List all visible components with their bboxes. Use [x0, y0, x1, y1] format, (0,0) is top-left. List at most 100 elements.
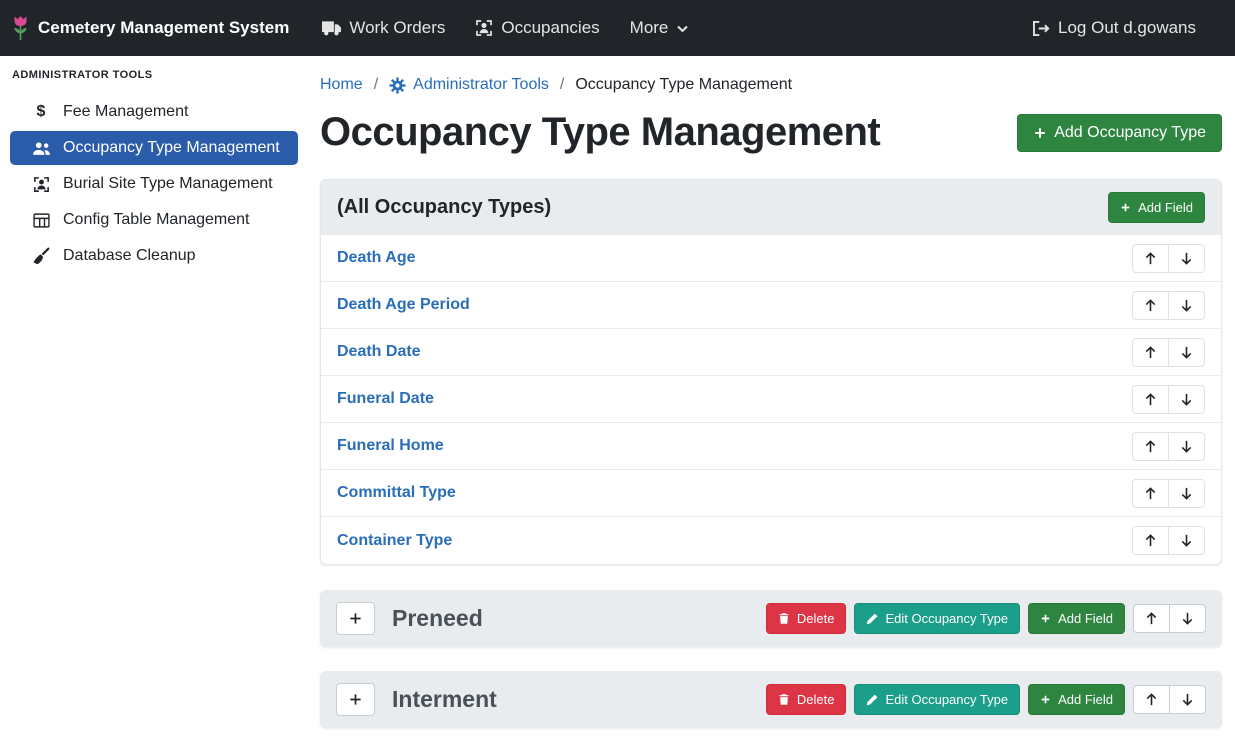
- field-link-death-age-period[interactable]: Death Age Period: [337, 296, 470, 314]
- field-row: Container Type: [321, 517, 1221, 564]
- section-actions: Delete Edit Occupancy Type Add Field: [766, 603, 1206, 634]
- reorder-buttons: [1132, 432, 1205, 461]
- sidebar-item-label: Config Table Management: [63, 211, 250, 229]
- users-icon: [30, 141, 52, 156]
- plus-icon: [1033, 126, 1047, 140]
- person-bounding-box-icon: [30, 176, 52, 193]
- page-head: Occupancy Type Management Add Occupancy …: [320, 110, 1222, 155]
- field-link-container-type[interactable]: Container Type: [337, 532, 452, 550]
- reorder-buttons: [1132, 338, 1205, 367]
- pencil-icon: [866, 613, 878, 625]
- expand-section-button[interactable]: [336, 683, 375, 716]
- delete-button[interactable]: Delete: [766, 684, 847, 715]
- reorder-buttons: [1132, 479, 1205, 508]
- sidebar-item-label: Occupancy Type Management: [63, 139, 280, 157]
- sidebar-item-burial-site-type-management[interactable]: Burial Site Type Management: [10, 167, 298, 201]
- logout-link[interactable]: Log Out d.gowans: [1016, 8, 1211, 48]
- nav-occupancies-label: Occupancies: [501, 18, 599, 38]
- field-row: Death Age Period: [321, 282, 1221, 329]
- breadcrumb-home[interactable]: Home: [320, 76, 363, 94]
- section-title: Preneed: [392, 605, 483, 632]
- sidebar-item-label: Fee Management: [63, 103, 188, 121]
- edit-occupancy-type-button[interactable]: Edit Occupancy Type: [854, 684, 1020, 715]
- field-link-funeral-date[interactable]: Funeral Date: [337, 390, 434, 408]
- flower-logo-icon: [12, 15, 29, 42]
- delete-button[interactable]: Delete: [766, 603, 847, 634]
- sidebar-item-config-table-management[interactable]: Config Table Management: [10, 203, 298, 237]
- move-up-button[interactable]: [1133, 685, 1170, 714]
- field-link-committal-type[interactable]: Committal Type: [337, 484, 456, 502]
- move-down-button[interactable]: [1169, 604, 1206, 633]
- add-occupancy-type-button[interactable]: Add Occupancy Type: [1017, 114, 1222, 152]
- move-down-button[interactable]: [1168, 479, 1205, 508]
- field-row: Committal Type: [321, 470, 1221, 517]
- all-occupancy-types-header: (All Occupancy Types) Add Field: [321, 180, 1221, 235]
- gear-icon: [389, 77, 406, 94]
- nav-work-orders[interactable]: Work Orders: [307, 8, 460, 48]
- nav-more[interactable]: More: [615, 8, 705, 48]
- nav-work-orders-label: Work Orders: [349, 18, 445, 38]
- reorder-buttons: [1132, 244, 1205, 273]
- add-field-button[interactable]: Add Field: [1108, 192, 1205, 223]
- delete-label: Delete: [797, 611, 835, 626]
- move-up-button[interactable]: [1133, 604, 1170, 633]
- field-row: Death Date: [321, 329, 1221, 376]
- breadcrumb: Home /: [320, 76, 1222, 94]
- layout: Administrator Tools $ Fee Management Occ…: [0, 56, 1235, 738]
- move-up-button[interactable]: [1132, 338, 1169, 367]
- add-field-button[interactable]: Add Field: [1028, 603, 1125, 634]
- sidebar-item-fee-management[interactable]: $ Fee Management: [10, 95, 298, 129]
- add-occupancy-type-label: Add Occupancy Type: [1054, 124, 1206, 142]
- plus-icon: [348, 692, 363, 707]
- move-down-button[interactable]: [1168, 385, 1205, 414]
- expand-section-button[interactable]: [336, 602, 375, 635]
- field-link-funeral-home[interactable]: Funeral Home: [337, 437, 444, 455]
- occupancy-type-section-interment: Interment Delete Edit Occupancy Type: [320, 671, 1222, 728]
- pencil-icon: [866, 694, 878, 706]
- add-field-label: Add Field: [1058, 611, 1113, 626]
- brand-link[interactable]: Cemetery Management System: [12, 15, 289, 42]
- nav-occupancies[interactable]: Occupancies: [460, 8, 614, 48]
- move-down-button[interactable]: [1168, 338, 1205, 367]
- reorder-buttons: [1133, 604, 1206, 633]
- move-up-button[interactable]: [1132, 479, 1169, 508]
- dollar-icon: $: [30, 103, 52, 121]
- breadcrumb-administrator-tools[interactable]: Administrator Tools: [389, 76, 549, 94]
- field-link-death-date[interactable]: Death Date: [337, 343, 421, 361]
- field-link-death-age[interactable]: Death Age: [337, 249, 416, 267]
- plus-icon: [348, 611, 363, 626]
- move-down-button[interactable]: [1168, 291, 1205, 320]
- move-down-button[interactable]: [1168, 432, 1205, 461]
- reorder-buttons: [1132, 526, 1205, 555]
- reorder-buttons: [1132, 291, 1205, 320]
- move-up-button[interactable]: [1132, 526, 1169, 555]
- edit-occupancy-type-button[interactable]: Edit Occupancy Type: [854, 603, 1020, 634]
- plus-icon: [1120, 202, 1131, 213]
- sidebar-heading: Administrator Tools: [0, 69, 308, 93]
- move-down-button[interactable]: [1168, 526, 1205, 555]
- sidebar-item-occupancy-type-management[interactable]: Occupancy Type Management: [10, 131, 298, 165]
- breadcrumb-separator: /: [374, 76, 378, 94]
- move-up-button[interactable]: [1132, 432, 1169, 461]
- move-down-button[interactable]: [1169, 685, 1206, 714]
- work-orders-truck-icon: [322, 20, 341, 37]
- all-occupancy-types-card: (All Occupancy Types) Add Field Death Ag…: [320, 179, 1222, 565]
- add-field-button[interactable]: Add Field: [1028, 684, 1125, 715]
- table-icon: [30, 212, 52, 229]
- move-up-button[interactable]: [1132, 385, 1169, 414]
- sidebar-item-label: Database Cleanup: [63, 247, 196, 265]
- chevron-down-icon: [676, 22, 689, 35]
- sidebar-item-label: Burial Site Type Management: [63, 175, 273, 193]
- sidebar: Administrator Tools $ Fee Management Occ…: [0, 56, 308, 738]
- move-up-button[interactable]: [1132, 291, 1169, 320]
- breadcrumb-separator: /: [560, 76, 564, 94]
- edit-occupancy-type-label: Edit Occupancy Type: [885, 692, 1008, 707]
- person-bounding-box-icon: [475, 19, 493, 37]
- trash-icon: [778, 612, 790, 625]
- move-down-button[interactable]: [1168, 244, 1205, 273]
- section-actions: Delete Edit Occupancy Type Add Field: [766, 684, 1206, 715]
- reorder-buttons: [1132, 385, 1205, 414]
- sidebar-item-database-cleanup[interactable]: Database Cleanup: [10, 239, 298, 273]
- top-navbar: Cemetery Management System Work Orders O…: [0, 0, 1235, 56]
- move-up-button[interactable]: [1132, 244, 1169, 273]
